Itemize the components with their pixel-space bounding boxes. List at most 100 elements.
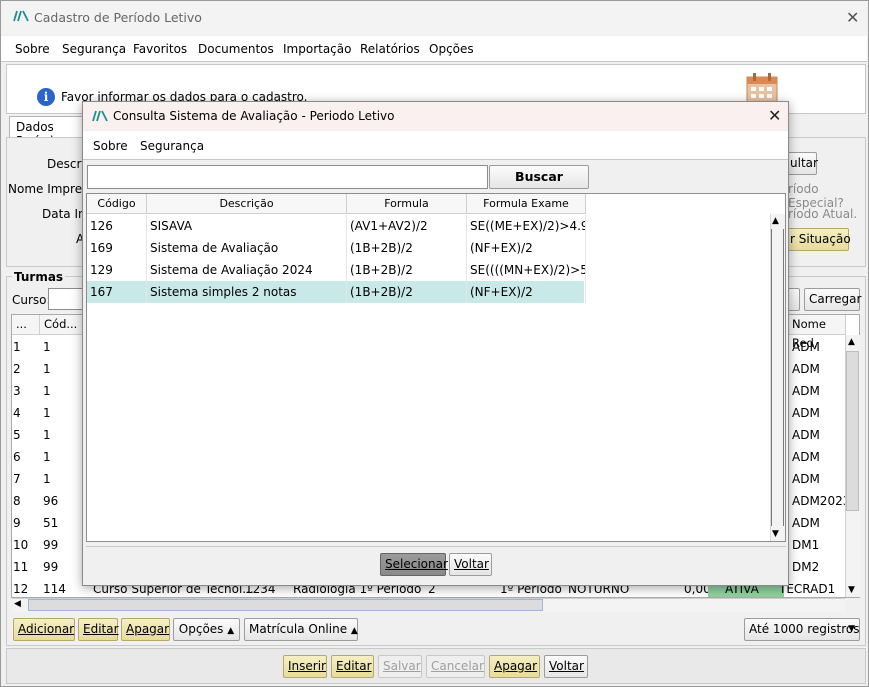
menu-relatorios[interactable]: Relatórios [360,42,420,56]
descr-label: Descri [47,157,85,171]
scroll-left-icon[interactable]: ◀ [14,599,21,609]
row-codigo: 1 [43,362,51,376]
turmas-hscroll-thumb[interactable] [28,599,543,611]
dialog-voltar-label: Voltar [454,557,489,571]
registros-label: Até 1000 registros [749,622,860,636]
chevron-up-icon: ▲ [227,626,235,636]
dialog-cell-codigo: 167 [87,281,147,303]
editar-label: Editar [336,659,372,673]
dialog-cell-codigo: 169 [87,237,147,259]
opcoes-dropdown[interactable]: Opções ▲ [173,618,240,641]
row-nome-red: ADM [792,516,820,530]
col-codigo-header[interactable]: Código [87,194,147,214]
dialog-cell-exame: (NF+EX)/2 [467,281,586,303]
col-index-header[interactable]: ... [12,315,40,335]
dialog-search-input[interactable] [87,165,488,189]
row-nome-red: DM2 [792,560,820,574]
voltar-button[interactable]: Voltar [544,655,588,678]
apagar-grid-button[interactable]: Apagar [121,618,170,641]
periodo-especial-label: ríodo Especial? [788,182,844,210]
row-index: 4 [13,406,21,420]
dialog-table-row[interactable]: 129 Sistema de Avaliação 2024 (1B+2B)/2 SE(… [87,259,586,281]
col-descricao-header[interactable]: Descrição [147,194,347,214]
dialog-cell-formula: (1B+2B)/2 [347,259,467,281]
dialog-cell-descricao: Sistema simples 2 notas [147,281,347,303]
dialog-vscroll-thumb[interactable] [771,229,784,526]
dialog-cell-descricao: SISAVA [147,215,347,237]
dialog-table-row[interactable]: 126SISAVA(AV1+AV2)/2SE((ME+EX)/2)>4.9;(.… [87,215,586,237]
col-formula-header[interactable]: Formula [347,194,467,214]
registros-select[interactable]: Até 1000 registros ▼ [744,618,860,641]
menu-seguranca[interactable]: Segurança [62,42,126,56]
adicionar-label: Adicionar [18,622,75,636]
dialog-scroll-down-icon[interactable]: ▼ [772,529,779,539]
dialog-menu-seguranca[interactable]: Segurança [140,139,204,153]
row-codigo: 99 [43,538,59,552]
selecionar-button[interactable]: Selecionar [380,553,448,576]
row-nome-red: ADM [792,428,820,442]
salvar-button[interactable]: Salvar [378,655,422,678]
row-nome-red: ADM [792,362,820,376]
app-logo-icon [13,10,29,22]
row-12-codigo: 114 [43,582,66,596]
row-index: 11 [13,560,29,574]
apagar-grid-label: Apagar [126,622,170,636]
row-index: 5 [13,428,21,442]
apagar-label: Apagar [494,659,538,673]
row-nome-red: ADM [792,340,820,354]
apagar-button[interactable]: Apagar [489,655,540,678]
dialog-cell-codigo: 129 [87,259,147,281]
menu-documentos[interactable]: Documentos [198,42,274,56]
dialog-scroll-up-icon[interactable]: ▲ [772,216,779,226]
inserir-button[interactable]: Inserir [283,655,327,678]
row-codigo: 99 [43,560,59,574]
dialog-table-row[interactable]: 169 Sistema de Avaliação (1B+2B)/2 (NF+EX)/… [87,237,586,259]
tab-dados[interactable]: Dados Períod [9,116,89,148]
row-codigo: 1 [43,340,51,354]
matricula-dropdown[interactable]: Matrícula Online ▲ [244,618,358,641]
col-codigo-header[interactable]: Cód... [40,315,85,335]
matricula-label: Matrícula Online [249,622,348,636]
menu-sobre[interactable]: Sobre [15,42,50,56]
row-index: 8 [13,494,21,508]
scroll-up-icon[interactable]: ▲ [848,337,855,347]
buscar-button[interactable]: Buscar [489,165,589,189]
menu-importacao[interactable]: Importação [283,42,351,56]
dialog-cell-exame: SE((ME+EX)/2)>4.9;(... [467,215,586,237]
col-nome-red-header[interactable]: Nome Red. [788,315,846,350]
opcoes-label: Opções [178,622,224,636]
carregar-button[interactable]: Carregar [804,288,861,311]
menu-opcoes[interactable]: Opções [429,42,474,56]
menu-favoritos[interactable]: Favoritos [133,42,187,56]
row-codigo: 51 [43,516,59,530]
situacao-button[interactable]: r Situação [779,228,851,251]
editar-grid-button[interactable]: Editar [78,618,119,641]
row-index: 7 [13,472,21,486]
consulta-dialog: Consulta Sistema de Avaliação - Periodo … [82,101,789,586]
scroll-down-icon[interactable]: ▼ [848,585,855,595]
row-index: 9 [13,516,21,530]
dialog-voltar-button[interactable]: Voltar [449,553,492,576]
chevron-up-icon: ▲ [350,626,358,636]
adicionar-button[interactable]: Adicionar [13,618,75,641]
dialog-menu-sobre[interactable]: Sobre [93,139,128,153]
chevron-down-icon: ▼ [848,624,855,634]
turmas-vscroll-thumb[interactable] [846,351,859,511]
col-formula-exame-header[interactable]: Formula Exame [467,194,586,214]
dialog-cell-formula: (1B+2B)/2 [347,237,467,259]
dialog-close-icon[interactable]: ✕ [768,108,781,124]
calendar-icon [746,73,778,103]
row-index: 6 [13,450,21,464]
editar-button[interactable]: Editar [331,655,374,678]
cancelar-button[interactable]: Cancelar [426,655,485,678]
dialog-grid: Código Descrição Formula Formula Exame 1… [86,193,786,542]
dialog-table-row[interactable]: 167 Sistema simples 2 notas (1B+2B)/2 (NF+E… [87,281,586,303]
cancelar-label: Cancelar [431,659,484,673]
dialog-title: Consulta Sistema de Avaliação - Periodo … [113,109,395,123]
row-codigo: 96 [43,494,59,508]
row-nome-red: DM1 [792,538,820,552]
inserir-label: Inserir [288,659,326,673]
window-close-icon[interactable]: ✕ [846,10,859,26]
dialog-logo-icon [92,110,108,122]
periodo-atual-label: ríodo Atual. [788,207,858,221]
